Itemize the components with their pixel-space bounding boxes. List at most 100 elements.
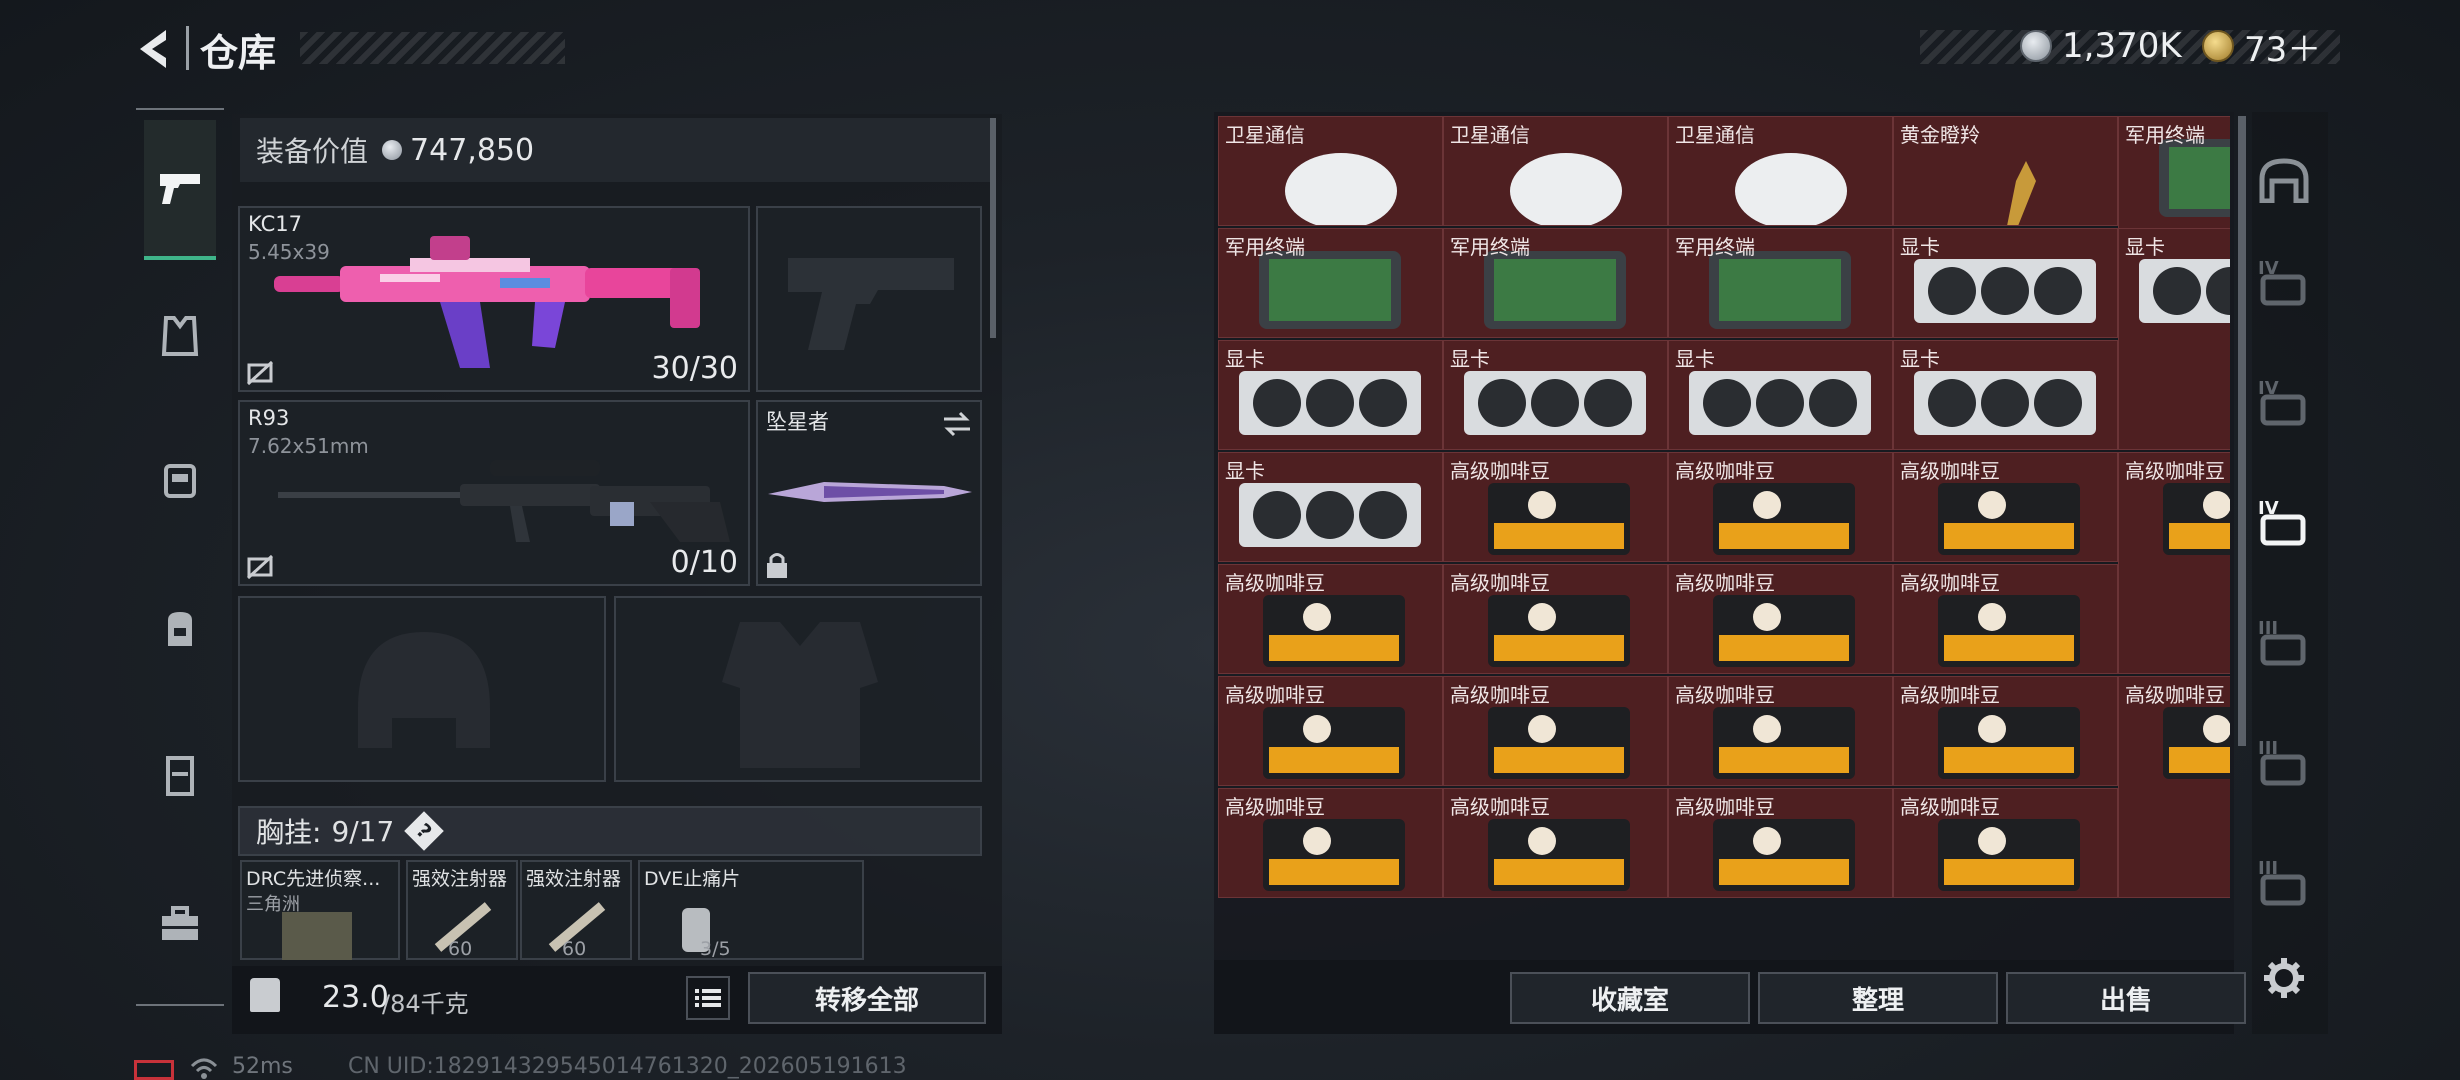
stash-tab-1[interactable]: IV <box>2256 258 2312 314</box>
stash-tab-3[interactable]: IV <box>2256 498 2312 554</box>
satellite-dish-image <box>1510 153 1622 225</box>
stash-item[interactable]: 高级咖啡豆 <box>1893 564 2118 674</box>
helmet-slot-empty[interactable] <box>238 596 606 782</box>
gold-currency[interactable]: 73＋ <box>2202 26 2321 70</box>
melee-slot[interactable]: 坠星者 <box>756 400 982 586</box>
stash-tab-home[interactable] <box>2256 152 2312 208</box>
organize-button[interactable]: 整理 <box>1758 972 1998 1024</box>
stash-item[interactable]: 显卡 <box>2118 228 2230 450</box>
stash-item[interactable]: 高级咖啡豆 <box>1218 564 1443 674</box>
stash-item[interactable]: 高级咖啡豆 <box>2118 676 2230 898</box>
graphics-card-image <box>2139 259 2230 323</box>
stash-item[interactable]: 军用终端 <box>1668 228 1893 338</box>
graphics-card-image <box>1464 371 1646 435</box>
stash-tab-2[interactable]: IV <box>2256 378 2312 434</box>
stash-item[interactable]: 高级咖啡豆 <box>1893 676 2118 786</box>
sidebar-tab-toolbox[interactable] <box>140 884 220 964</box>
graphics-card-image <box>1914 259 2096 323</box>
rig-item-injector-2[interactable]: 强效注射器 60 <box>520 860 632 960</box>
help-icon[interactable]: ? <box>404 811 445 851</box>
stash-scrollbar[interactable] <box>2238 116 2246 746</box>
helmet-silhouette-icon <box>358 632 490 748</box>
rig-item-sub: 3/5 <box>700 938 731 960</box>
stash-item[interactable]: 高级咖啡豆 <box>1893 452 2118 562</box>
graphics-card-image <box>1914 371 2096 435</box>
stash-item[interactable]: 高级咖啡豆 <box>1443 676 1668 786</box>
stash-item[interactable]: 军用终端 <box>1443 228 1668 338</box>
stash-item[interactable]: 高级咖啡豆 <box>1218 788 1443 898</box>
transfer-all-button[interactable]: 转移全部 <box>748 972 986 1024</box>
swap-icon[interactable] <box>940 410 974 438</box>
stash-item[interactable]: 高级咖啡豆 <box>1443 452 1668 562</box>
uid-text: CN UID:18291432954501476132​0_2026051916… <box>348 1054 907 1079</box>
coffee-bag-image <box>1263 707 1405 779</box>
stash-item-name: 高级咖啡豆 <box>1675 795 1775 819</box>
stash-item[interactable]: 高级咖啡豆 <box>1668 452 1893 562</box>
stash-tab-4[interactable]: III <box>2256 618 2312 674</box>
stash-item[interactable]: 高级咖啡豆 <box>2118 452 2230 674</box>
armor-slot-empty[interactable] <box>614 596 982 782</box>
stash-item[interactable]: 显卡 <box>1668 340 1893 450</box>
safebox-icon <box>166 756 194 796</box>
stash-item-name: 军用终端 <box>2125 123 2205 147</box>
stash-tab-6[interactable]: III <box>2256 858 2312 914</box>
pistol-slot-empty[interactable] <box>756 206 982 392</box>
list-icon <box>695 989 721 1007</box>
back-button[interactable] <box>130 24 180 74</box>
stash-item-name: 卫星通信 <box>1675 123 1755 147</box>
sidebar-tab-weapons[interactable] <box>144 120 216 260</box>
rig-item-recon-vest[interactable]: DRC先进侦察... 三角洲 <box>240 860 400 960</box>
stash-item[interactable]: 卫星通信 <box>1443 116 1668 226</box>
silver-currency[interactable]: 1,370K <box>2020 26 2182 66</box>
sidebar-tab-case[interactable] <box>140 736 220 816</box>
gold-amount: 73＋ <box>2244 29 2322 70</box>
stash-item[interactable]: 显卡 <box>1443 340 1668 450</box>
chest-rig-icon <box>164 464 196 498</box>
stash-item[interactable]: 显卡 <box>1893 340 2118 450</box>
vest-image <box>282 912 352 960</box>
primary-ammo: 30/30 <box>651 351 738 386</box>
stash-item-name: 显卡 <box>2125 235 2165 259</box>
secondary-weapon-slot[interactable]: R93 7.62x51mm 0/10 <box>238 400 750 586</box>
golden-gazelle-image <box>2007 161 2036 225</box>
stash-item[interactable]: 高级咖啡豆 <box>1668 564 1893 674</box>
stash-item[interactable]: 高级咖啡豆 <box>1668 788 1893 898</box>
panel-scrollbar[interactable] <box>990 118 996 338</box>
coffee-bag-image <box>2163 483 2230 555</box>
sidebar-tab-rig[interactable] <box>140 440 220 520</box>
graphics-card-image <box>1689 371 1871 435</box>
settings-button[interactable] <box>2256 950 2312 1006</box>
rig-item-injector-1[interactable]: 强效注射器 60 <box>406 860 518 960</box>
coffee-bag-image <box>1488 483 1630 555</box>
collection-button[interactable]: 收藏室 <box>1510 972 1750 1024</box>
stash-tab-level: III <box>2258 858 2279 879</box>
coffee-bag-image <box>1488 707 1630 779</box>
chest-rig-label: 胸挂: <box>256 816 322 849</box>
stash-item-name: 显卡 <box>1225 347 1265 371</box>
pistol-icon <box>160 174 200 204</box>
stash-item[interactable]: 军用终端 <box>1218 228 1443 338</box>
sidebar-tab-backpack[interactable] <box>140 588 220 668</box>
stash-item[interactable]: 高级咖啡豆 <box>1218 676 1443 786</box>
stash-item[interactable]: 高级咖啡豆 <box>1443 788 1668 898</box>
stash-item[interactable]: 卫星通信 <box>1218 116 1443 226</box>
sell-button[interactable]: 出售 <box>2006 972 2246 1024</box>
stash-item[interactable]: 显卡 <box>1893 228 2118 338</box>
sidebar-tab-armor[interactable] <box>140 296 220 376</box>
stash-item-name: 高级咖啡豆 <box>1900 459 2000 483</box>
stash-item[interactable]: 高级咖啡豆 <box>1893 788 2118 898</box>
value-coin-icon <box>382 140 403 160</box>
rig-item-painkiller[interactable]: DVE止痛片 3/5 <box>638 860 864 960</box>
stash-item[interactable]: 高级咖啡豆 <box>1668 676 1893 786</box>
stash-item[interactable]: 卫星通信 <box>1668 116 1893 226</box>
stash-item[interactable]: 显卡 <box>1218 452 1443 562</box>
weight-max: /84千克 <box>382 990 469 1018</box>
stash-item[interactable]: 显卡 <box>1218 340 1443 450</box>
primary-weapon-slot[interactable]: KC17 5.45x39 30/30 <box>238 206 750 392</box>
stash-tab-5[interactable]: III <box>2256 738 2312 794</box>
stash-item[interactable]: 黄金瞪羚 <box>1893 116 2118 226</box>
list-view-button[interactable] <box>686 976 730 1020</box>
stash-item[interactable]: 高级咖啡豆 <box>1443 564 1668 674</box>
stash-item-name: 高级咖啡豆 <box>2125 459 2225 483</box>
gold-coin-icon <box>2202 30 2234 62</box>
